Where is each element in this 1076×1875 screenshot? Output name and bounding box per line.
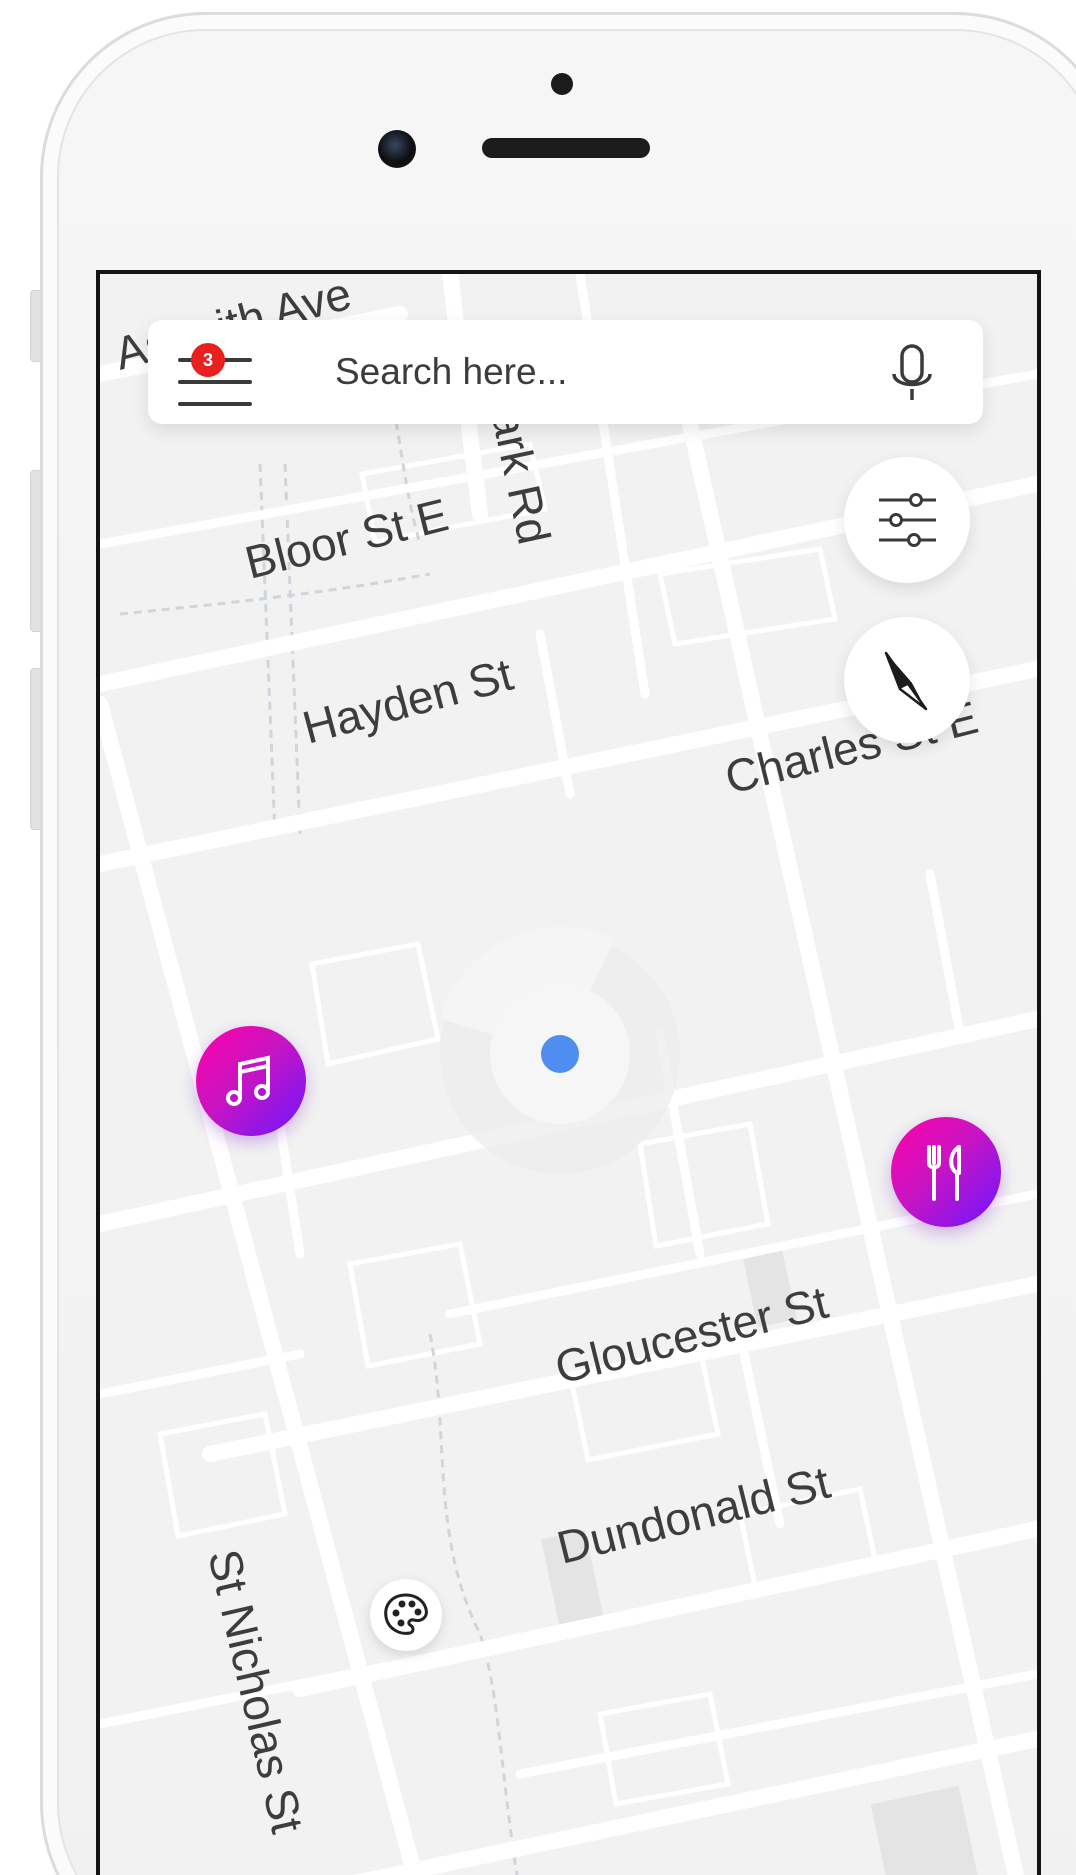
microphone-button[interactable] bbox=[882, 342, 942, 406]
menu-button[interactable]: 3 bbox=[178, 340, 252, 406]
map-screen[interactable]: Asquith Ave Park Rd Bloor St E Hayden St… bbox=[96, 270, 1041, 1875]
microphone-icon bbox=[892, 344, 932, 400]
filter-button[interactable] bbox=[844, 457, 970, 583]
art-gallery-pin[interactable] bbox=[370, 1579, 442, 1651]
phone-earpiece bbox=[482, 138, 650, 158]
hamburger-menu-icon-line bbox=[178, 402, 252, 406]
music-note-icon bbox=[226, 1055, 270, 1106]
front-camera bbox=[378, 130, 416, 168]
music-venue-pin[interactable] bbox=[196, 1026, 306, 1136]
search-input[interactable] bbox=[333, 342, 857, 402]
phone-sensor bbox=[551, 73, 573, 95]
notification-badge: 3 bbox=[191, 343, 225, 377]
compass-arrow-icon bbox=[884, 651, 928, 711]
current-location-dot bbox=[541, 1035, 579, 1073]
locate-me-button[interactable] bbox=[844, 617, 970, 743]
restaurant-pin[interactable] bbox=[891, 1117, 1001, 1227]
phone-mockup: Asquith Ave Park Rd Bloor St E Hayden St… bbox=[0, 0, 1076, 1875]
search-bar: 3 bbox=[148, 320, 983, 424]
palette-icon bbox=[384, 1593, 428, 1635]
sliders-icon bbox=[879, 493, 936, 547]
hamburger-menu-icon-line bbox=[178, 380, 252, 384]
fork-knife-icon bbox=[927, 1145, 961, 1201]
